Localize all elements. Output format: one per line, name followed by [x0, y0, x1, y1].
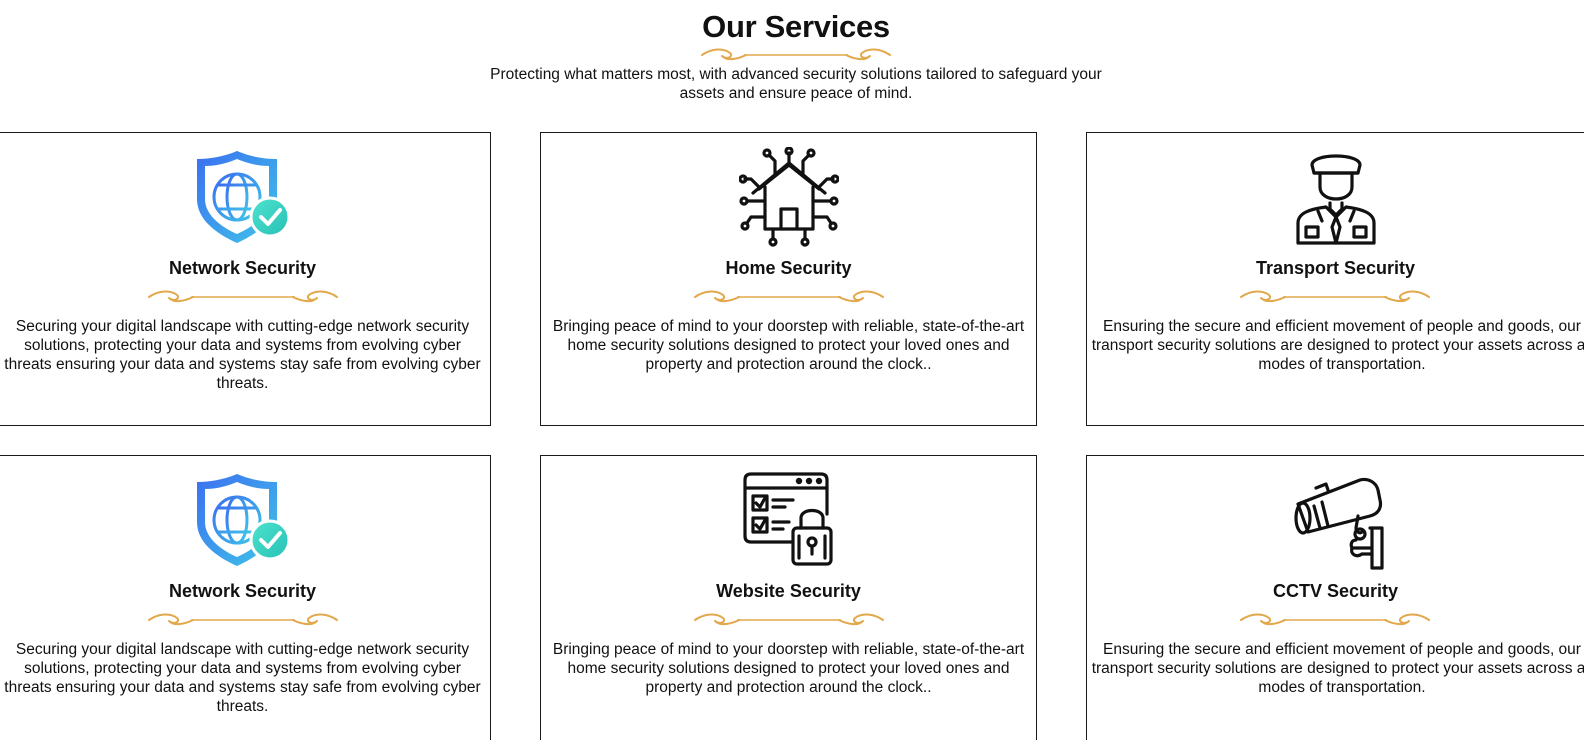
card-description: Ensuring the secure and efficient moveme… [1091, 318, 1584, 373]
website-lock-icon [541, 470, 1036, 570]
card-description: Ensuring the secure and efficient moveme… [1091, 641, 1584, 696]
cctv-camera-icon [1087, 470, 1584, 570]
shield-globe-check-icon [0, 147, 490, 247]
smart-home-circuit-icon [541, 147, 1036, 247]
card-description: Securing your digital landscape with cut… [4, 318, 481, 392]
ornamental-divider-icon [701, 48, 891, 61]
services-section: Our Services Protecting what matters mos… [0, 0, 1584, 740]
card-description: Bringing peace of mind to your doorstep … [552, 318, 1025, 373]
card-title: CCTV Security [1272, 581, 1399, 601]
security-guard-icon [1087, 147, 1584, 247]
ornamental-divider-icon [693, 613, 884, 626]
shield-globe-check-icon [0, 470, 490, 570]
section-subtitle: Protecting what matters most, with advan… [490, 66, 1102, 102]
card-description: Bringing peace of mind to your doorstep … [552, 641, 1025, 696]
card-title: Transport Security [1255, 258, 1416, 278]
card-title: Home Security [725, 258, 852, 278]
ornamental-divider-icon [1240, 613, 1430, 626]
card-title: Website Security [716, 581, 861, 601]
service-card-website-security[interactable]: Website Security Bringing peace of mind … [540, 455, 1037, 740]
service-card-network-security[interactable]: Network Security Securing your digital l… [0, 132, 491, 426]
ornamental-divider-icon [147, 290, 338, 303]
service-card-network-security[interactable]: Network Security Securing your digital l… [0, 455, 491, 740]
card-description: Securing your digital landscape with cut… [4, 641, 481, 715]
card-title: Network Security [168, 258, 317, 278]
service-card-transport-security[interactable]: Transport Security Ensuring the secure a… [1086, 132, 1584, 426]
service-card-home-security[interactable]: Home Security Bringing peace of mind to … [540, 132, 1037, 426]
ornamental-divider-icon [1240, 290, 1430, 303]
ornamental-divider-icon [147, 613, 338, 626]
ornamental-divider-icon [693, 290, 884, 303]
card-title: Network Security [168, 581, 317, 601]
section-title: Our Services [702, 9, 890, 44]
service-card-cctv-security[interactable]: CCTV Security Ensuring the secure and ef… [1086, 455, 1584, 740]
